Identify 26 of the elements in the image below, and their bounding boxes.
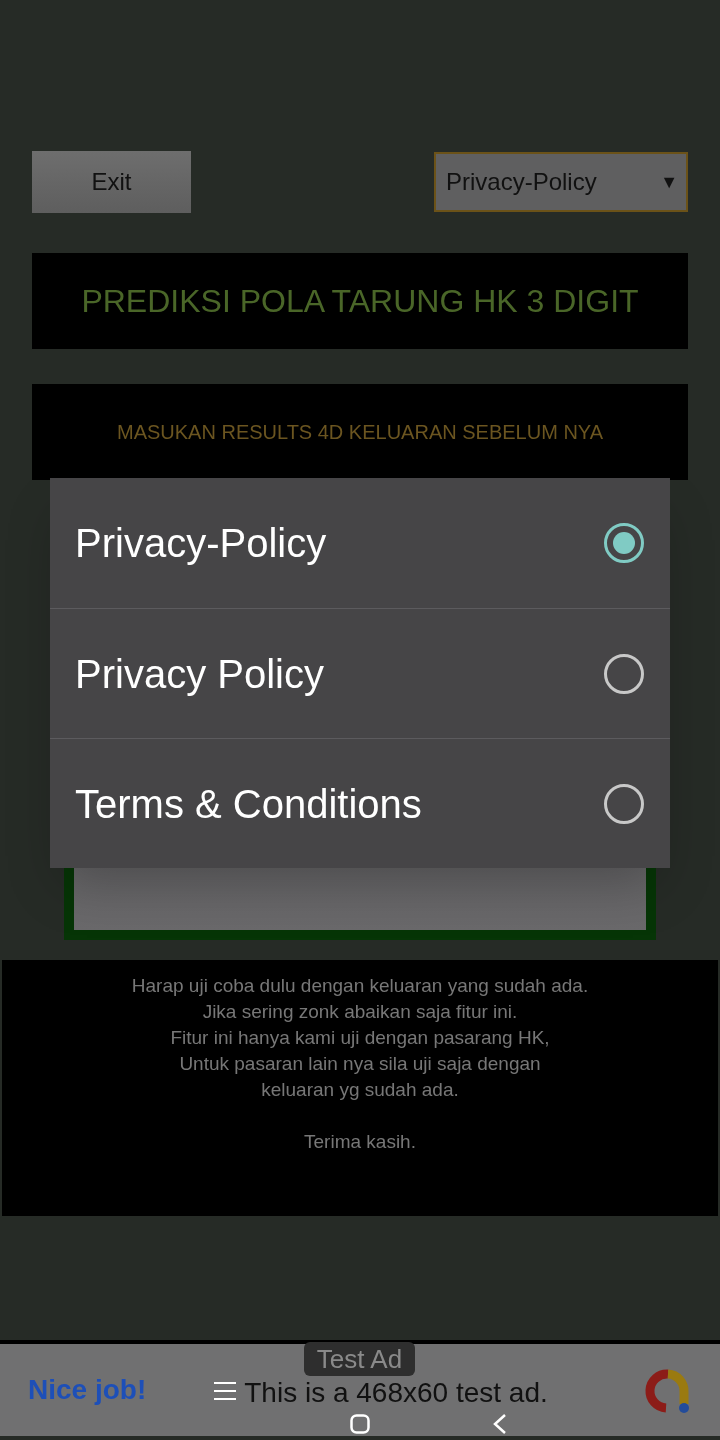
dialog-option[interactable]: Privacy-Policy xyxy=(50,478,670,608)
radio-button[interactable] xyxy=(604,783,644,824)
option-label: Privacy Policy xyxy=(75,650,324,698)
title: PREDIKSI POLA TARUNG HK 3 DIGIT xyxy=(81,282,639,321)
ad-logo-icon xyxy=(644,1368,692,1416)
note-line: Jika sering zonk abaikan saja fitur ini. xyxy=(202,1000,518,1024)
ad-headline: Nice job! xyxy=(28,1373,147,1407)
radio-button[interactable] xyxy=(604,653,644,694)
note-line: Untuk pasaran lain nya sila uji saja dengan xyxy=(179,1052,541,1076)
note-line: Harap uji coba dulu dengan keluaran yang sudah ada. xyxy=(131,974,589,998)
note-line: Fitur ini hanya kami uji dengan pasarang HK, xyxy=(170,1026,550,1050)
option-label: Terms & Conditions xyxy=(75,780,422,828)
back-icon[interactable] xyxy=(492,1413,507,1435)
ad-text: This is a 468x60 test ad. xyxy=(244,1379,548,1407)
home-icon[interactable] xyxy=(350,1414,370,1434)
dialog-option[interactable]: Terms & Conditions xyxy=(50,738,670,868)
dropdown-value: Privacy-Policy xyxy=(446,167,597,197)
instruction-text: MASUKAN RESULTS 4D KELUARAN SEBELUM NYA xyxy=(116,420,604,445)
test-ad-label: Test Ad xyxy=(304,1342,415,1376)
radio-button[interactable] xyxy=(604,523,644,563)
note-line: keluaran yg sudah ada. xyxy=(261,1078,459,1102)
dialog-option[interactable]: Privacy Policy xyxy=(50,608,670,738)
option-label: Privacy-Policy xyxy=(75,520,327,567)
menu-icon[interactable] xyxy=(214,1381,236,1401)
closing-text: Terima kasih. xyxy=(304,1130,416,1154)
dropdown-arrow-icon: ▼ xyxy=(660,168,678,196)
